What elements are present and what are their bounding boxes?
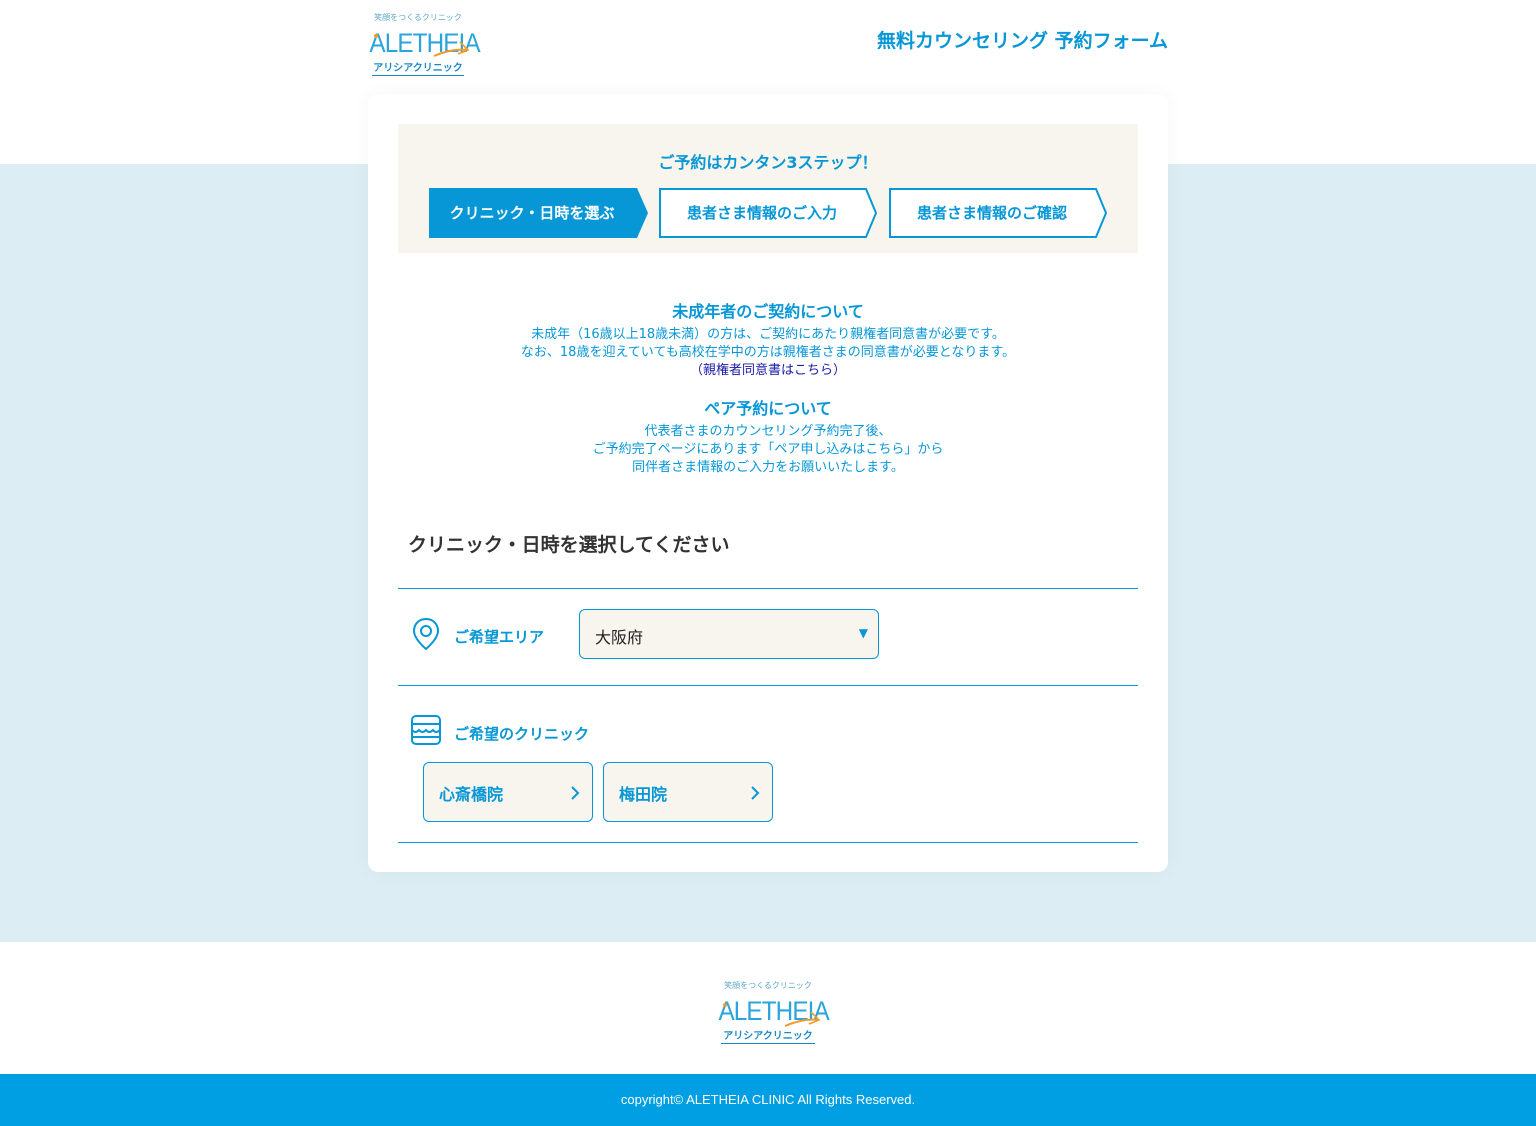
caret-down-icon: ▼ (858, 626, 868, 640)
location-pin-icon (412, 617, 440, 651)
page-title: 無料カウンセリング 予約フォーム (876, 30, 1168, 52)
clinic-label: ご希望のクリニック (454, 725, 590, 743)
clinic-option-label: 心斎橋院 (439, 785, 504, 804)
step-3: 患者さま情報のご確認 (889, 188, 1109, 238)
pair-notice-line: ご予約完了ページにあります「ペア申し込みはこちら」から (592, 442, 944, 457)
footer-bar: copyright© ALETHEIA CLINIC All Rights Re… (0, 1074, 1536, 1126)
pair-notice-title: ペア予約について (704, 399, 832, 418)
step-2: 患者さま情報のご入力 (659, 188, 879, 238)
divider (398, 842, 1138, 843)
footer-logo[interactable]: 笑顔をつくるクリニック ALETHEIA アリシアクリニック (713, 980, 830, 1046)
consent-form-link-row: （親権者同意書はこちら） (368, 362, 1168, 380)
step-1-label: クリニック・日時を選ぶ (449, 204, 615, 222)
step-3-label: 患者さま情報のご確認 (916, 204, 1067, 222)
chevron-right-icon (751, 786, 760, 800)
area-label: ご希望エリア (454, 628, 545, 646)
pair-notice-line: 代表者さまのカウンセリング予約完了後、 (644, 424, 892, 439)
consent-form-link[interactable]: （親権者同意書はこちら） (690, 363, 846, 378)
minor-notice-title: 未成年者のご契約について (672, 302, 864, 321)
minor-notice-line: 未成年（16歳以上18歳未満）の方は、ご契約にあたり親権者同意書が必要です。 (531, 327, 1005, 342)
step-2-label: 患者さま情報のご入力 (686, 204, 837, 222)
logo-subname: アリシアクリニック (364, 59, 472, 76)
divider (398, 588, 1138, 589)
clinic-option-shinsaibashi[interactable]: 心斎橋院 (423, 762, 593, 822)
form-section-heading: クリニック・日時を選択してください (408, 534, 730, 556)
divider (398, 685, 1138, 686)
reservation-card: ご予約はカンタン3ステップ！ クリニック・日時を選ぶ 患者さま情報のご入力 患者… (368, 94, 1168, 872)
steps-panel: ご予約はカンタン3ステップ！ クリニック・日時を選ぶ 患者さま情報のご入力 患者… (398, 124, 1138, 253)
step-1: クリニック・日時を選ぶ (429, 188, 649, 238)
minor-notice-line: なお、18歳を迎えていても高校在学中の方は親権者さまの同意書が必要となります。 (520, 345, 1016, 360)
logo-subname: アリシアクリニック (713, 1027, 823, 1044)
chevron-right-icon (571, 786, 580, 800)
clinic-building-icon (411, 715, 441, 745)
area-select-value: 大阪府 (595, 628, 644, 647)
area-select[interactable]: 大阪府 ▼ (579, 609, 879, 659)
clinic-option-umeda[interactable]: 梅田院 (603, 762, 773, 822)
header-logo[interactable]: 笑顔をつくるクリニック ALETHEIA アリシアクリニック (364, 12, 481, 76)
clinic-option-label: 梅田院 (619, 785, 668, 804)
pair-notice-line: 同伴者さま情報のご入力をお願いいたします。 (632, 460, 904, 475)
steps-heading: ご予約はカンタン3ステップ！ (658, 153, 878, 172)
copyright-text: copyright© ALETHEIA CLINIC All Rights Re… (620, 1092, 916, 1107)
